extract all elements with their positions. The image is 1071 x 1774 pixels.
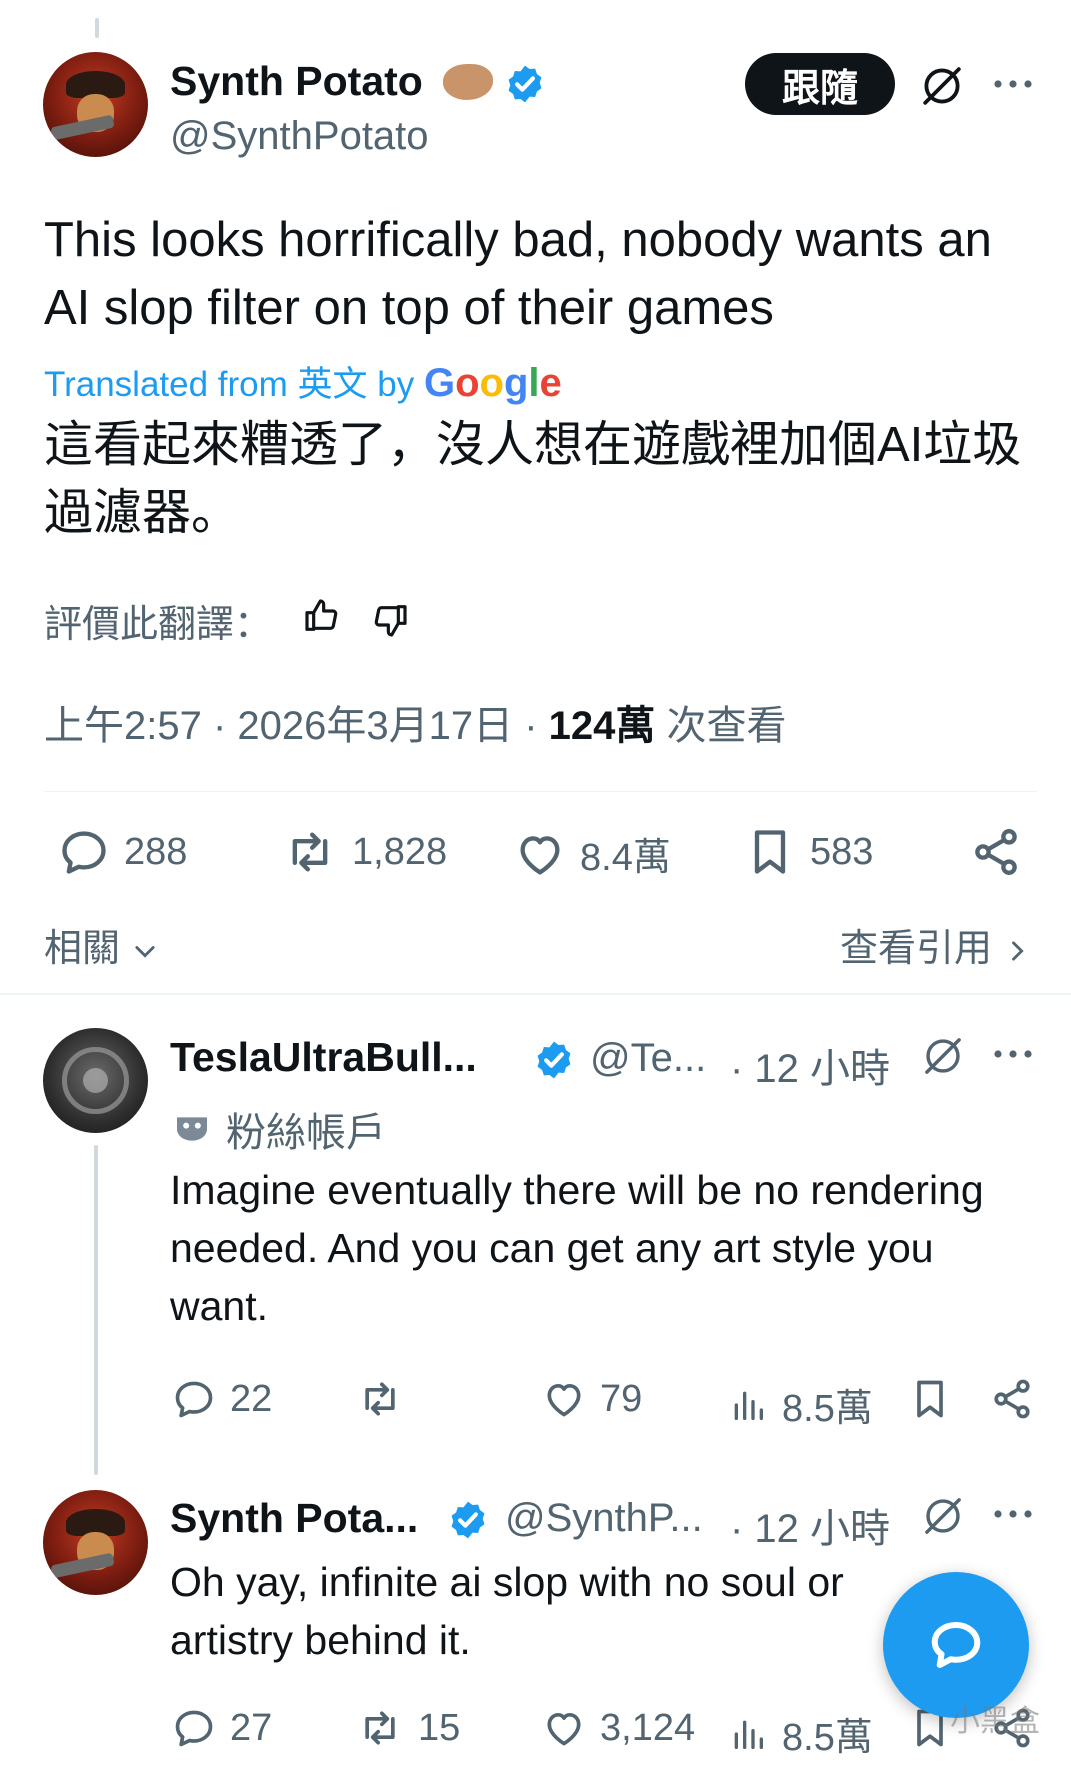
- views-count: 8.5萬: [782, 1388, 873, 1430]
- grok-icon[interactable]: [920, 1033, 966, 1079]
- reply-button[interactable]: 288: [58, 826, 187, 878]
- reply-button[interactable]: 22: [172, 1377, 272, 1421]
- mask-icon: [177, 1117, 207, 1141]
- tweet-meta: 上午2:57 · 2026年3月17日 · 124萬 次查看: [44, 693, 787, 751]
- avatar[interactable]: [43, 52, 148, 157]
- rate-translation-label: 評價此翻譯：: [44, 604, 273, 646]
- chat-bubble-icon: [931, 1622, 981, 1668]
- fan-account-label: 粉絲帳戶: [226, 1111, 386, 1155]
- reply-count: 27: [230, 1706, 273, 1749]
- more-icon[interactable]: [993, 1048, 1033, 1060]
- grok-icon[interactable]: [920, 1493, 966, 1539]
- verified-badge-icon[interactable]: [504, 63, 546, 105]
- author-name[interactable]: Synth Potato: [170, 58, 423, 105]
- repost-button[interactable]: 15: [356, 1706, 460, 1750]
- like-count: 3,124: [600, 1706, 696, 1749]
- thread-line-top: [95, 18, 99, 38]
- reply-text: Imagine eventually there will be no rend…: [170, 1167, 984, 1329]
- reply-time[interactable]: · 12 小時: [730, 1036, 890, 1094]
- like-button[interactable]: 3,124: [542, 1706, 695, 1750]
- view-quotes-label: 查看引用: [840, 928, 993, 970]
- reply-count: 22: [230, 1377, 273, 1420]
- fan-account-badge: 粉絲帳戶: [172, 1100, 386, 1158]
- thumbs-up-icon[interactable]: [302, 596, 342, 636]
- bookmark-button[interactable]: [908, 1377, 952, 1421]
- repost-count: 1,828: [352, 830, 448, 873]
- views-count: 8.5萬: [782, 1717, 873, 1759]
- translated-label: Translated from 英文 by: [44, 365, 415, 404]
- share-button[interactable]: [970, 826, 1022, 878]
- thumbs-down-icon[interactable]: [370, 600, 410, 640]
- follow-button[interactable]: 跟隨: [745, 53, 895, 115]
- like-count: 8.4萬: [580, 837, 671, 879]
- views-button[interactable]: 8.5萬: [728, 1706, 873, 1761]
- more-icon[interactable]: [993, 1508, 1033, 1520]
- reply-time[interactable]: · 12 小時: [730, 1496, 890, 1554]
- chevron-down-icon: [135, 946, 155, 958]
- reply-author-handle[interactable]: @SynthP...: [505, 1496, 703, 1541]
- tweet-text: This looks horrifically bad, nobody want…: [44, 213, 992, 335]
- grok-icon[interactable]: [918, 62, 966, 110]
- views-label: 次查看: [655, 704, 787, 748]
- divider: [44, 791, 1037, 792]
- reply-author-name[interactable]: TeslaUltraBull...: [170, 1034, 477, 1081]
- author-handle[interactable]: @SynthPotato: [170, 114, 429, 159]
- translation-text: 這看起來糟透了，沒人想在遊戲裡加個AI垃圾過濾器。: [44, 418, 1022, 540]
- bookmark-button[interactable]: 583: [744, 826, 873, 878]
- related-dropdown[interactable]: 相關: [44, 917, 159, 972]
- reply-button[interactable]: 27: [172, 1706, 272, 1750]
- watermark: 小黑盒: [950, 1705, 1040, 1738]
- reply-avatar[interactable]: [43, 1490, 148, 1595]
- thread-line: [94, 1145, 98, 1475]
- google-logo: Google: [423, 361, 562, 405]
- like-count: 79: [600, 1377, 643, 1420]
- section-divider: [0, 993, 1071, 995]
- verified-badge-icon[interactable]: [447, 1499, 489, 1541]
- reply-text: Oh yay, infinite ai slop with no soul or…: [170, 1559, 844, 1663]
- reply-avatar[interactable]: [43, 1028, 148, 1133]
- repost-button[interactable]: [356, 1377, 404, 1421]
- verified-badge-icon[interactable]: [533, 1039, 575, 1081]
- chevron-right-icon: [1011, 941, 1024, 961]
- timestamp[interactable]: 上午2:57 · 2026年3月17日 ·: [44, 704, 549, 748]
- like-button[interactable]: 79: [542, 1377, 642, 1421]
- repost-count: 15: [418, 1706, 461, 1749]
- reply-count: 288: [124, 830, 188, 873]
- translated-by[interactable]: Translated from 英文 by Google: [44, 356, 562, 407]
- bookmark-count: 583: [810, 830, 874, 873]
- reply-author-handle[interactable]: @Te...: [590, 1036, 706, 1081]
- related-text: 相關: [44, 928, 121, 970]
- share-button[interactable]: [990, 1377, 1034, 1421]
- views-count: 124萬: [548, 704, 656, 748]
- like-button[interactable]: 8.4萬: [514, 826, 671, 881]
- view-quotes-link[interactable]: 查看引用: [840, 917, 1031, 972]
- views-button[interactable]: 8.5萬: [728, 1377, 873, 1432]
- more-icon[interactable]: [993, 78, 1033, 90]
- repost-button[interactable]: 1,828: [282, 826, 447, 878]
- reply-author-name[interactable]: Synth Pota...: [170, 1495, 418, 1542]
- potato-emoji-icon: [443, 64, 493, 100]
